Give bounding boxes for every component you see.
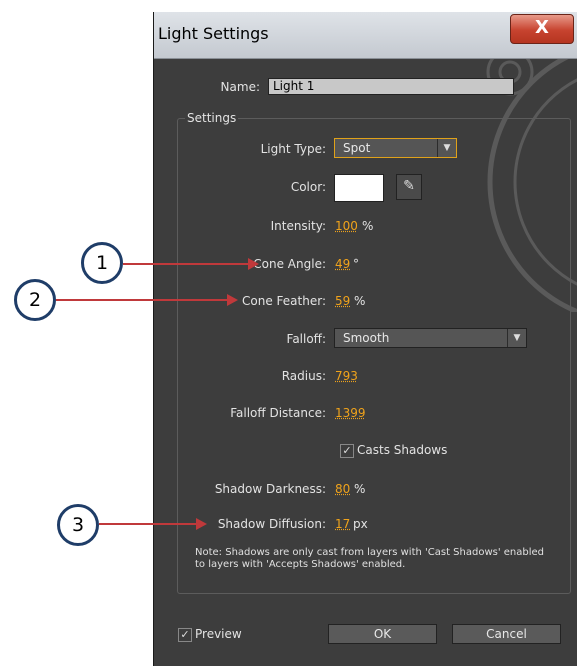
- chevron-down-icon: ▼: [437, 139, 456, 157]
- falloff-value: Smooth: [343, 331, 390, 345]
- intensity-value[interactable]: 100: [335, 219, 358, 233]
- settings-group-label: Settings: [185, 111, 239, 125]
- name-label: Name:: [220, 80, 260, 94]
- light-type-value: Spot: [343, 141, 371, 155]
- title-bar[interactable]: Light Settings X: [154, 12, 577, 59]
- cone-feather-label: Cone Feather:: [242, 294, 326, 308]
- shadow-diffusion-value[interactable]: 17: [335, 517, 350, 531]
- intensity-label: Intensity:: [270, 219, 326, 233]
- arrow-head-icon: [248, 258, 259, 270]
- preview-label: Preview: [195, 627, 242, 641]
- casts-shadows-label: Casts Shadows: [357, 443, 448, 457]
- callout-1-arrow: [123, 263, 250, 265]
- shadow-darkness-unit: %: [354, 482, 366, 496]
- arrow-head-icon: [196, 518, 207, 530]
- radius-label: Radius:: [281, 369, 326, 383]
- chevron-down-icon: ▼: [507, 329, 526, 347]
- dialog-title: Light Settings: [158, 24, 269, 43]
- cone-angle-value[interactable]: 49: [335, 257, 350, 271]
- ok-button[interactable]: OK: [328, 624, 437, 644]
- falloff-distance-value[interactable]: 1399: [335, 406, 366, 420]
- cone-feather-unit: %: [354, 294, 366, 308]
- eyedropper-icon[interactable]: ✎: [396, 174, 422, 200]
- falloff-distance-label: Falloff Distance:: [230, 406, 326, 420]
- color-swatch[interactable]: [334, 174, 384, 202]
- cancel-button[interactable]: Cancel: [452, 624, 561, 644]
- cone-angle-unit: °: [353, 257, 359, 271]
- arrow-head-icon: [227, 294, 238, 306]
- callout-3: 3: [57, 504, 99, 546]
- callout-3-arrow: [99, 523, 197, 525]
- light-type-label: Light Type:: [260, 142, 326, 156]
- callout-1: 1: [81, 242, 123, 284]
- shadow-darkness-value[interactable]: 80: [335, 482, 350, 496]
- callout-2: 2: [14, 279, 56, 321]
- color-label: Color:: [290, 180, 326, 194]
- close-button[interactable]: X: [510, 14, 574, 44]
- shadow-diffusion-unit: px: [353, 517, 368, 531]
- preview-checkbox[interactable]: ✓: [178, 628, 192, 642]
- intensity-unit: %: [362, 219, 374, 233]
- falloff-select[interactable]: Smooth ▼: [334, 328, 527, 348]
- light-type-select[interactable]: Spot ▼: [334, 138, 457, 158]
- cone-feather-value[interactable]: 59: [335, 294, 350, 308]
- callout-2-arrow: [56, 299, 229, 301]
- radius-value[interactable]: 793: [335, 369, 358, 383]
- falloff-label: Falloff:: [286, 332, 326, 346]
- shadows-note: Note: Shadows are only cast from layers …: [195, 547, 545, 570]
- name-field[interactable]: Light 1: [268, 78, 514, 95]
- casts-shadows-checkbox[interactable]: ✓: [340, 444, 354, 458]
- shadow-darkness-label: Shadow Darkness:: [214, 482, 326, 496]
